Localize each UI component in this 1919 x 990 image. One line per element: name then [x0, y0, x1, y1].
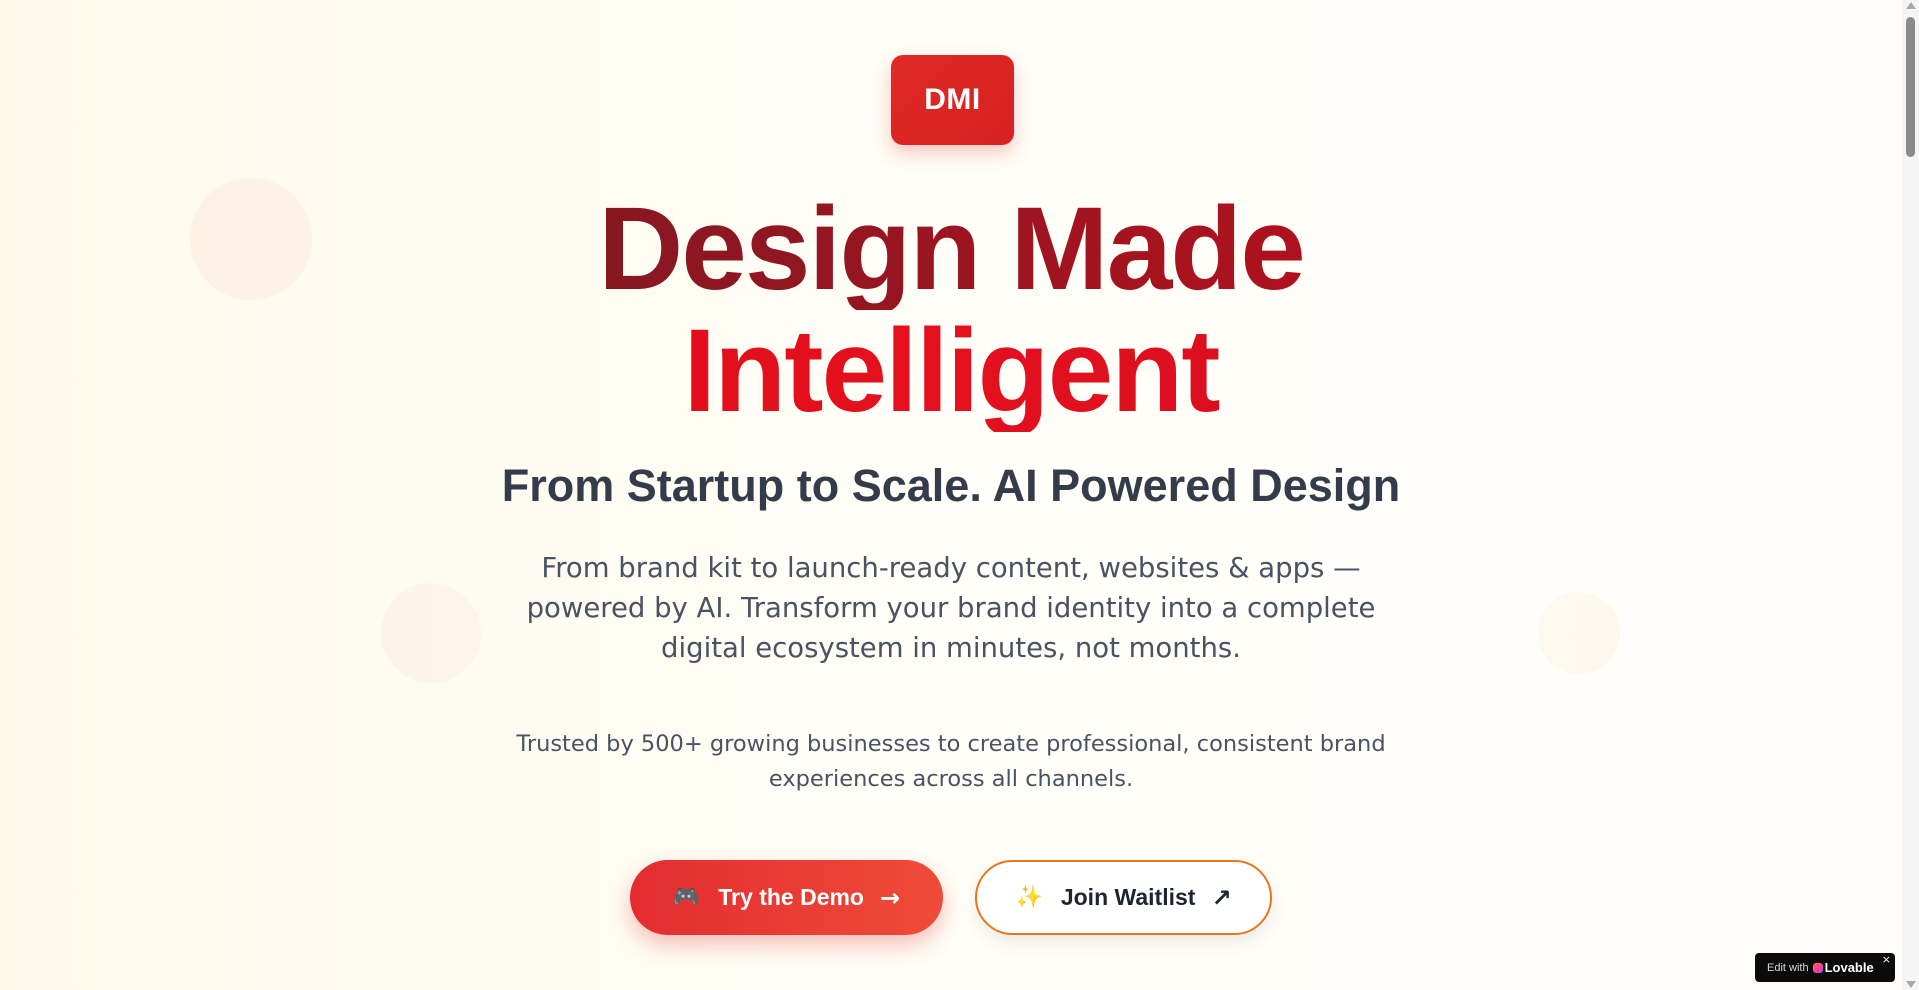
gamepad-icon: 🎮: [672, 885, 701, 910]
join-waitlist-button[interactable]: ✨ Join Waitlist ↗: [975, 860, 1272, 935]
scroll-up-arrow-icon[interactable]: [1906, 2, 1916, 9]
headline-line-1: Design Made: [0, 188, 1902, 310]
scrollbar-thumb[interactable]: [1906, 17, 1915, 157]
trusted-by-text: Trusted by 500+ growing businesses to cr…: [516, 731, 1386, 792]
edit-with-lovable-badge[interactable]: Edit with Lovable ×: [1755, 953, 1895, 982]
try-demo-label: Try the Demo: [718, 884, 864, 910]
dmi-logo: DMI: [891, 55, 1014, 145]
decorative-circle: [381, 583, 481, 683]
decorative-circle: [1538, 592, 1620, 674]
hero-description: From brand kit to launch-ready content, …: [526, 552, 1376, 664]
close-icon[interactable]: ×: [1882, 953, 1891, 966]
badge-brand: Lovable: [1824, 960, 1874, 975]
logo-text: DMI: [924, 83, 981, 116]
sparkles-icon: ✨: [1015, 885, 1043, 910]
try-demo-button[interactable]: 🎮 Try the Demo →: [630, 860, 943, 935]
join-waitlist-label: Join Waitlist: [1060, 884, 1196, 910]
arrow-up-right-icon: ↗: [1211, 883, 1232, 912]
landing-page: DMI Design Made Intelligent From Startup…: [0, 0, 1902, 990]
hero-headline: Design Made Intelligent: [0, 188, 1902, 432]
arrow-right-icon: →: [880, 883, 901, 912]
scroll-down-arrow-icon[interactable]: [1906, 981, 1916, 988]
badge-prefix: Edit with: [1767, 961, 1809, 974]
vertical-scrollbar[interactable]: [1902, 0, 1919, 990]
lovable-heart-icon: [1812, 962, 1823, 973]
hero-subheadline: From Startup to Scale. AI Powered Design: [501, 460, 1401, 511]
headline-line-2: Intelligent: [0, 310, 1902, 432]
